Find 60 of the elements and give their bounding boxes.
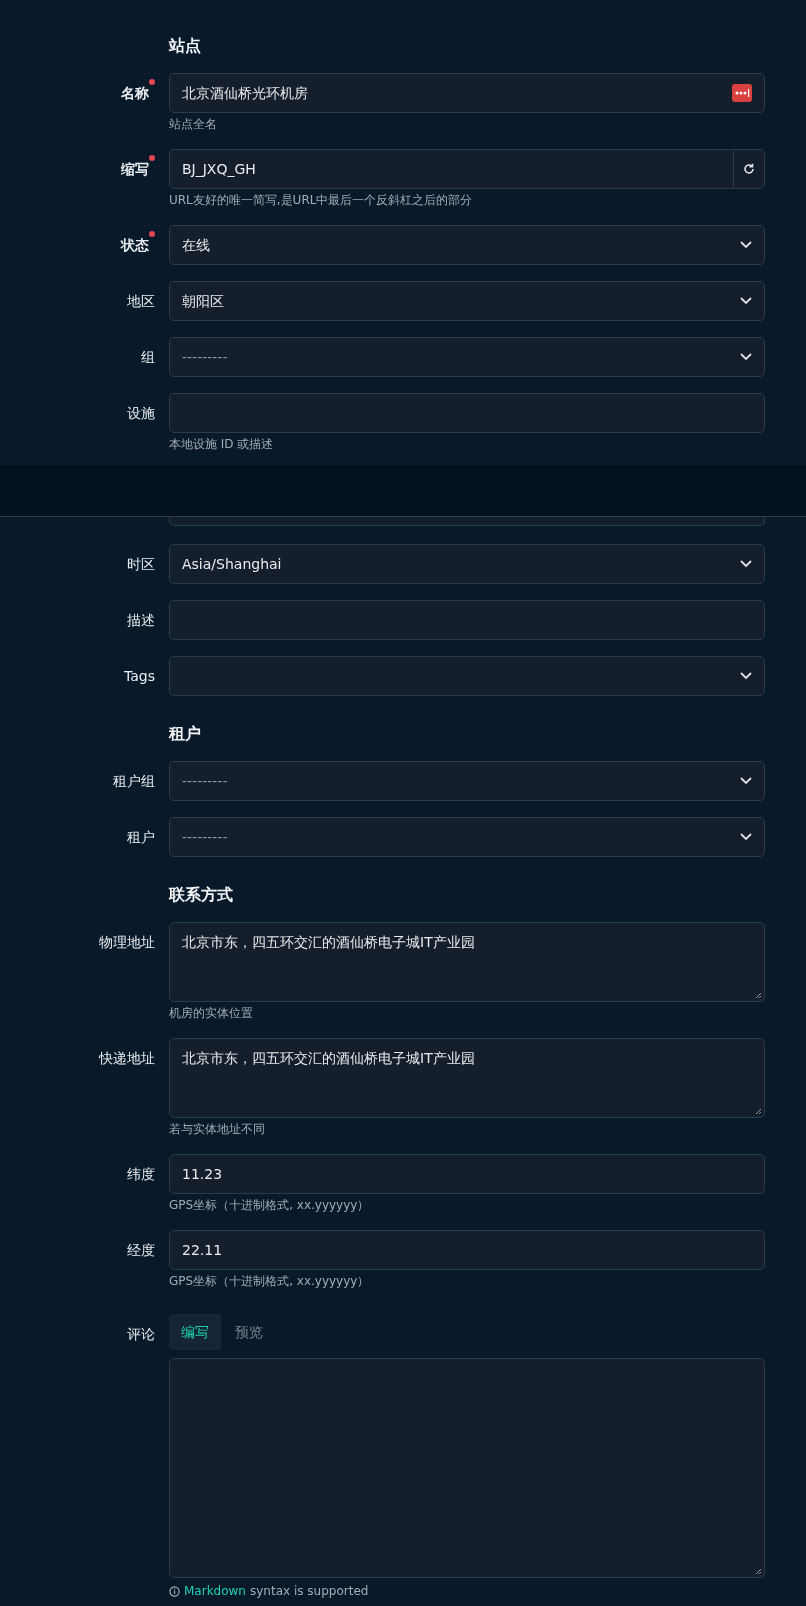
select-field[interactable]: --------- — [169, 817, 765, 857]
select-field[interactable]: Asia/Shanghai — [169, 544, 765, 584]
field-label: 名称 — [121, 84, 149, 103]
field-label: 组 — [141, 348, 155, 367]
refresh-button[interactable] — [734, 149, 765, 189]
input-field[interactable]: 11.23 — [169, 1154, 765, 1194]
section-heading: 租户 — [169, 723, 202, 745]
hint-text: syntax is supported — [249, 1583, 369, 1600]
editor-tab[interactable]: 预览 — [223, 1314, 275, 1350]
field-label: 纬度 — [127, 1165, 155, 1184]
select-field[interactable] — [169, 656, 765, 696]
field-label: 时区 — [127, 555, 155, 574]
chevron-down-icon — [740, 560, 752, 568]
editor-tab[interactable]: 编写 — [169, 1314, 221, 1350]
input-field[interactable]: 22.11 — [169, 1230, 765, 1270]
field-label: Tags — [124, 667, 155, 686]
input-field[interactable] — [169, 517, 765, 526]
password-manager-icon[interactable] — [732, 84, 752, 102]
help-text: 机房的实体位置 — [169, 1005, 254, 1022]
field-label: 租户 — [127, 828, 155, 847]
select-field[interactable]: --------- — [169, 761, 765, 801]
section-heading: 站点 — [169, 35, 202, 57]
select-field[interactable]: --------- — [169, 337, 765, 377]
chevron-down-icon — [740, 297, 752, 305]
input-field[interactable] — [169, 393, 765, 433]
help-text: GPS坐标（十进制格式, xx.yyyyyy） — [169, 1197, 371, 1214]
field-label: 租户组 — [113, 772, 155, 791]
help-text: URL友好的唯一简写,是URL中最后一个反斜杠之后的部分 — [169, 192, 474, 209]
chevron-down-icon — [740, 833, 752, 841]
field-label: 快递地址 — [99, 1049, 155, 1068]
resize-handle-icon[interactable] — [755, 1108, 762, 1115]
field-label: 状态 — [121, 236, 149, 255]
help-text: 若与实体地址不同 — [169, 1121, 266, 1138]
input-field[interactable]: BJ_JXQ_GH — [169, 149, 734, 189]
section-heading: 联系方式 — [169, 884, 234, 906]
help-text: 本地设施 ID 或描述 — [169, 436, 275, 453]
field-label: 经度 — [127, 1241, 155, 1260]
resize-handle-icon[interactable] — [755, 992, 762, 999]
help-text: 站点全名 — [169, 116, 218, 133]
chevron-down-icon — [740, 353, 752, 361]
field-label: 描述 — [127, 611, 155, 630]
chevron-down-icon — [740, 241, 752, 249]
resize-handle-icon[interactable] — [755, 1568, 762, 1575]
info-icon — [169, 1585, 180, 1597]
markdown-link[interactable]: Markdown — [184, 1582, 246, 1600]
field-label: 评论 — [127, 1325, 155, 1344]
field-label: 物理地址 — [99, 933, 155, 952]
field-label: 地区 — [127, 292, 155, 311]
refresh-icon — [743, 163, 755, 175]
input-field[interactable] — [169, 600, 765, 640]
text-area[interactable]: 北京市东，四五环交汇的酒仙桥电子城IT产业园 — [169, 1038, 765, 1118]
field-label: 设施 — [127, 404, 155, 423]
select-field[interactable]: 在线 — [169, 225, 765, 265]
text-area[interactable]: 北京市东，四五环交汇的酒仙桥电子城IT产业园 — [169, 922, 765, 1002]
select-field[interactable]: 朝阳区 — [169, 281, 765, 321]
field-label: 缩写 — [121, 160, 149, 179]
help-text: GPS坐标（十进制格式, xx.yyyyyy） — [169, 1273, 371, 1290]
chevron-down-icon — [740, 672, 752, 680]
chevron-down-icon — [740, 777, 752, 785]
input-field[interactable]: 北京酒仙桥光环机房 — [169, 73, 765, 113]
